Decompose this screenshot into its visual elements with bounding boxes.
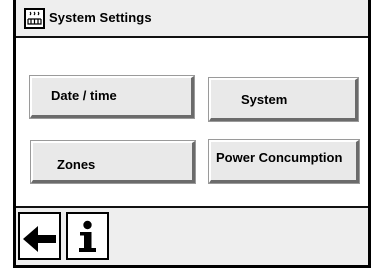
title-bar: System Settings (16, 0, 368, 38)
info-button[interactable] (66, 212, 109, 260)
zones-label: Zones (57, 157, 96, 172)
date-time-button[interactable]: Date / time (30, 76, 194, 118)
heater-icon (24, 8, 45, 29)
system-label: System (241, 92, 288, 107)
settings-menu: Date / time System Zones Power Concumpti… (16, 38, 368, 206)
footer-bar (16, 206, 368, 265)
date-time-label: Date / time (51, 88, 117, 103)
arrow-left-icon (23, 226, 56, 252)
settings-window: System Settings Date / time System Zones… (13, 0, 371, 268)
power-consumption-label: Power Concumption (216, 150, 343, 165)
system-button[interactable]: System (209, 78, 358, 121)
info-icon (79, 220, 96, 252)
zones-button[interactable]: Zones (31, 141, 195, 183)
power-consumption-button[interactable]: Power Concumption (209, 140, 359, 183)
back-button[interactable] (18, 212, 61, 260)
page-title: System Settings (49, 10, 152, 25)
